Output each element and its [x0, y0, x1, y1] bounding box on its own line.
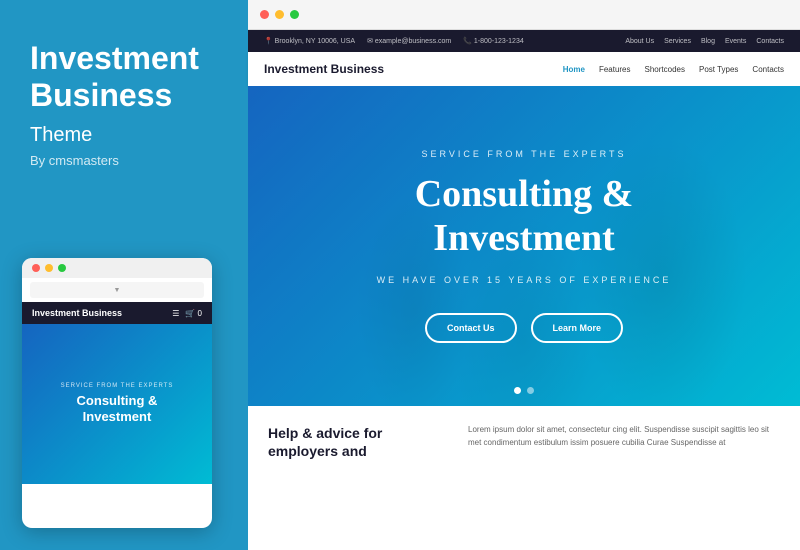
navbar-link-contacts[interactable]: Contacts — [752, 65, 784, 74]
mobile-dot-green — [58, 264, 66, 272]
hero-dot-1[interactable] — [514, 387, 521, 394]
left-panel: Investment Business Theme By cmsmasters … — [0, 0, 248, 550]
learn-more-button[interactable]: Learn More — [531, 313, 624, 343]
bottom-section-title: Help & advice for employers and — [268, 424, 448, 460]
mobile-hero: SERVICE FROM THE EXPERTS Consulting & In… — [22, 324, 212, 484]
bottom-right: Lorem ipsum dolor sit amet, consectetur … — [468, 424, 780, 532]
hero-content: SERVICE FROM THE EXPERTS Consulting & In… — [248, 86, 800, 406]
topbar-address: 📍 Brooklyn, NY 10006, USA — [264, 37, 355, 45]
mobile-url-bar: ▼ — [30, 282, 204, 298]
topbar-nav-blog[interactable]: Blog — [701, 38, 715, 45]
theme-title: Investment Business — [30, 40, 218, 114]
browser-dot-red — [260, 10, 269, 19]
hero-buttons: Contact Us Learn More — [425, 313, 623, 343]
website-bottom: Help & advice for employers and Lorem ip… — [248, 406, 800, 550]
mobile-dot-yellow — [45, 264, 53, 272]
mobile-header: Investment Business ☰ 🛒 0 — [22, 302, 212, 324]
navbar-link-features[interactable]: Features — [599, 65, 631, 74]
browser-chrome — [248, 0, 800, 30]
topbar-contact-info: 📍 Brooklyn, NY 10006, USA ✉ example@busi… — [264, 37, 524, 45]
mobile-url-chevron: ▼ — [114, 287, 121, 294]
navbar-brand: Investment Business — [264, 62, 384, 76]
bottom-description: Lorem ipsum dolor sit amet, consectetur … — [468, 424, 780, 450]
browser-dot-green — [290, 10, 299, 19]
mobile-dots — [22, 258, 212, 278]
topbar-nav: About Us Services Blog Events Contacts — [625, 38, 784, 45]
bottom-left: Help & advice for employers and — [268, 424, 448, 532]
website-hero: SERVICE FROM THE EXPERTS Consulting & In… — [248, 86, 800, 406]
navbar-link-home[interactable]: Home — [563, 65, 585, 74]
mobile-header-icons: ☰ 🛒 0 — [172, 309, 202, 318]
theme-subtitle: Theme — [30, 124, 218, 147]
browser-preview: 📍 Brooklyn, NY 10006, USA ✉ example@busi… — [248, 0, 800, 550]
hero-eyebrow: SERVICE FROM THE EXPERTS — [421, 149, 626, 159]
mobile-cart-icon: 🛒 0 — [185, 309, 202, 318]
mobile-preview: ▼ Investment Business ☰ 🛒 0 SERVICE FROM… — [22, 258, 212, 528]
website-topbar: 📍 Brooklyn, NY 10006, USA ✉ example@busi… — [248, 30, 800, 52]
navbar-links: Home Features Shortcodes Post Types Cont… — [563, 65, 784, 74]
website-navbar: Investment Business Home Features Shortc… — [248, 52, 800, 86]
mobile-hero-title: Consulting & Investment — [61, 393, 174, 424]
mobile-menu-icon: ☰ — [172, 309, 179, 318]
hero-title: Consulting & Investment — [415, 173, 634, 260]
hero-slider-dots — [514, 387, 534, 394]
contact-us-button[interactable]: Contact Us — [425, 313, 517, 343]
hero-dot-2[interactable] — [527, 387, 534, 394]
navbar-link-post-types[interactable]: Post Types — [699, 65, 738, 74]
browser-dot-yellow — [275, 10, 284, 19]
topbar-phone: 📞 1-800-123-1234 — [463, 37, 523, 45]
topbar-nav-services[interactable]: Services — [664, 38, 691, 45]
topbar-nav-events[interactable]: Events — [725, 38, 746, 45]
mobile-brand: Investment Business — [32, 308, 122, 318]
mobile-hero-content: SERVICE FROM THE EXPERTS Consulting & In… — [51, 383, 184, 424]
hero-tagline: WE HAVE OVER 15 YEARS OF EXPERIENCE — [377, 275, 672, 285]
navbar-link-shortcodes[interactable]: Shortcodes — [645, 65, 685, 74]
mobile-dot-red — [32, 264, 40, 272]
topbar-nav-about[interactable]: About Us — [625, 38, 654, 45]
topbar-email: ✉ example@business.com — [367, 37, 451, 45]
topbar-nav-contacts[interactable]: Contacts — [756, 38, 784, 45]
mobile-hero-eyebrow: SERVICE FROM THE EXPERTS — [61, 383, 174, 389]
theme-author: By cmsmasters — [30, 153, 218, 168]
